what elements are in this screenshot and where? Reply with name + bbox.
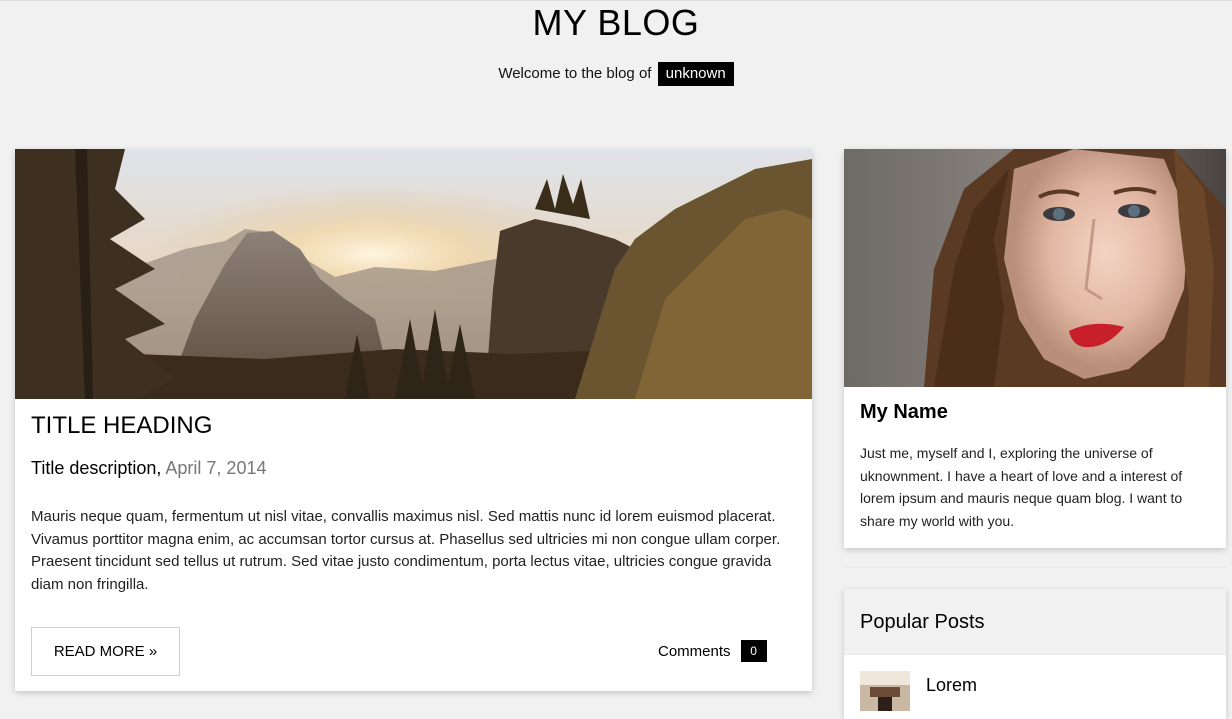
- profile-bio: Just me, myself and I, exploring the uni…: [860, 445, 1183, 529]
- read-more-button[interactable]: READ MORE »: [31, 627, 180, 676]
- blog-post-card: TITLE HEADING Title description, April 7…: [15, 149, 812, 691]
- post-date: April 7, 2014: [165, 458, 267, 478]
- sidebar-divider: [844, 567, 1226, 568]
- popular-post-item[interactable]: Lorem: [860, 669, 1210, 711]
- woman-portrait-image: [844, 149, 1226, 387]
- popular-post-title: Lorem: [926, 675, 978, 695]
- profile-name: My Name: [860, 401, 948, 423]
- profile-card: My Name Just me, myself and I, exploring…: [844, 149, 1226, 548]
- mountain-landscape-image: [15, 149, 812, 399]
- welcome-name-tag: unknown: [657, 62, 734, 86]
- comments-label: Comments: [658, 642, 731, 660]
- comments-count-badge: 0: [740, 640, 767, 662]
- post-title: TITLE HEADING: [31, 412, 213, 439]
- popular-posts-title: Popular Posts: [860, 611, 985, 633]
- blog-title: MY BLOG: [532, 2, 700, 43]
- welcome-text: Welcome to the blog of: [498, 65, 652, 82]
- popular-posts-header: Popular Posts: [844, 589, 1226, 655]
- post-description: Title description,: [31, 458, 162, 478]
- post-subtitle: Title description, April 7, 2014: [31, 456, 266, 480]
- site-header: MY BLOG Welcome to the blog of unknown: [0, 0, 1232, 110]
- post-body: Mauris neque quam, fermentum ut nisl vit…: [31, 508, 781, 593]
- welcome-line: Welcome to the blog of unknown: [0, 62, 1232, 86]
- comments-link[interactable]: Comments 0: [658, 639, 767, 663]
- post-thumbnail-image: [860, 671, 910, 711]
